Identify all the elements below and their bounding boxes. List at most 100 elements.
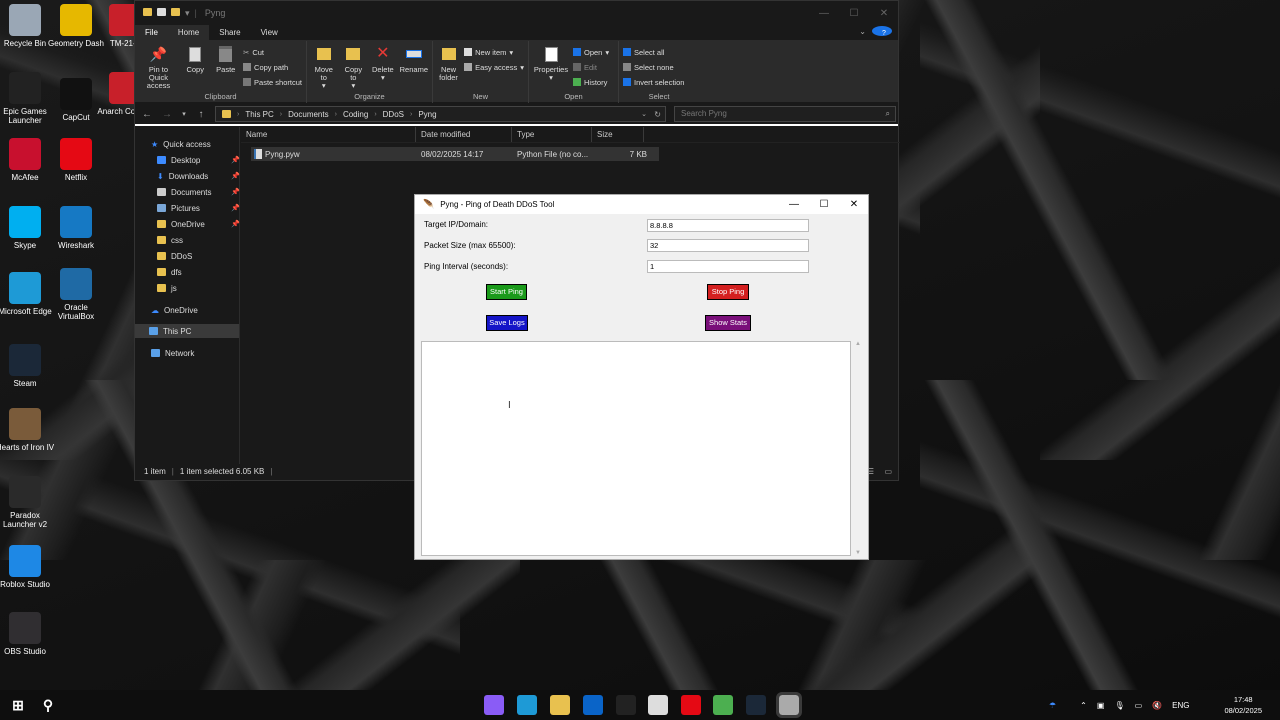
breadcrumb-coding[interactable]: Coding — [343, 110, 368, 119]
pin-icon[interactable]: 📌 — [231, 220, 240, 228]
breadcrumb-documents[interactable]: Documents — [288, 110, 328, 119]
properties-icon[interactable] — [157, 7, 166, 16]
language-indicator[interactable]: ENG — [1172, 701, 1189, 710]
pyng-close-button[interactable]: ✕ — [839, 195, 869, 214]
pin-icon[interactable]: 📌 — [231, 204, 240, 212]
expand-ribbon-icon[interactable]: ⌄ — [855, 25, 870, 40]
steam-icon[interactable] — [746, 695, 766, 715]
pin-icon[interactable]: 📌 — [231, 188, 240, 196]
desktop-shortcut[interactable]: Steam — [0, 344, 55, 388]
column-date-modified[interactable]: Date modified — [416, 127, 512, 142]
cut-button[interactable]: ✂ Cut — [243, 45, 302, 59]
nav-ddos[interactable]: DDoS — [157, 249, 192, 263]
netflix-icon[interactable] — [681, 695, 701, 715]
python-file-icon[interactable] — [776, 692, 802, 718]
nav-onedrive[interactable]: ☁ OneDrive — [151, 303, 198, 317]
nav-downloads[interactable]: ⬇ Downloads — [157, 169, 208, 183]
roblox-icon[interactable] — [648, 695, 668, 715]
new-item-button[interactable]: New item ▾ — [464, 45, 524, 59]
desktop-shortcut[interactable]: Roblox Studio — [0, 545, 55, 589]
log-output[interactable]: I — [421, 341, 851, 556]
desktop-shortcut[interactable]: Netflix — [46, 138, 106, 182]
tab-share[interactable]: Share — [209, 25, 250, 40]
search-icon[interactable]: ⌕ — [886, 107, 890, 121]
start-ping-button[interactable]: Start Ping — [486, 284, 527, 300]
tab-view[interactable]: View — [251, 25, 288, 40]
copy-path-button[interactable]: Copy path — [243, 60, 302, 74]
pyng-maximize-button[interactable]: ☐ — [809, 195, 839, 214]
minimize-button[interactable]: — — [809, 1, 839, 25]
pin-icon[interactable]: 📌 — [231, 172, 240, 180]
scroll-up-icon[interactable]: ▲ — [853, 341, 863, 347]
save-logs-button[interactable]: Save Logs — [486, 315, 528, 331]
desktop-shortcut[interactable]: Hearts of Iron IV — [0, 408, 55, 452]
invert-selection-button[interactable]: Invert selection — [623, 75, 684, 89]
clock[interactable]: 17:48 08/02/2025 — [1224, 694, 1262, 716]
column-size[interactable]: Size — [592, 127, 644, 142]
nav-css[interactable]: css — [157, 233, 183, 247]
forward-arrow-icon[interactable]: → — [161, 109, 173, 120]
edit-button[interactable]: Edit — [573, 60, 609, 74]
target-input[interactable] — [647, 219, 809, 232]
outlook-icon[interactable] — [583, 695, 603, 715]
easy-access-button[interactable]: Easy access ▾ — [464, 60, 524, 74]
edge-icon[interactable] — [517, 695, 537, 715]
breadcrumb-ddos[interactable]: DDoS — [383, 110, 404, 119]
help-icon[interactable]: ? — [870, 25, 898, 40]
nav-dfs[interactable]: dfs — [157, 265, 182, 279]
nav-onedrive-pinned[interactable]: OneDrive — [157, 217, 205, 231]
packet-size-input[interactable] — [647, 239, 809, 252]
desktop-shortcut[interactable]: Oracle VirtualBox — [46, 268, 106, 321]
file-row-pyng[interactable]: Pyng.pyw 08/02/2025 14:17 Python File (n… — [251, 147, 659, 161]
minecraft-icon[interactable] — [713, 695, 733, 715]
refresh-icon[interactable]: ↻ — [654, 110, 661, 119]
display-icon[interactable]: ▭ — [1135, 701, 1143, 710]
pyng-minimize-button[interactable]: — — [779, 195, 809, 214]
close-button[interactable]: ✕ — [869, 1, 899, 25]
network-tray-icon[interactable]: ▣ — [1097, 701, 1105, 710]
interval-input[interactable] — [647, 260, 809, 273]
stop-ping-button[interactable]: Stop Ping — [707, 284, 749, 300]
scroll-down-icon[interactable]: ▼ — [853, 550, 863, 556]
search-icon[interactable]: ⚲ — [38, 695, 58, 715]
column-name[interactable]: Name — [241, 127, 416, 142]
microphone-icon[interactable]: 🎙 — [1114, 701, 1124, 710]
nav-desktop[interactable]: Desktop — [157, 153, 200, 167]
tab-file[interactable]: File — [135, 25, 168, 40]
nav-quick-access[interactable]: ★ Quick access — [151, 137, 211, 151]
address-bar[interactable]: › This PC › Documents › Coding › DDoS › … — [215, 106, 666, 122]
maximize-button[interactable]: ☐ — [839, 1, 869, 25]
history-button[interactable]: History — [573, 75, 609, 89]
file-explorer-icon[interactable] — [550, 695, 570, 715]
column-type[interactable]: Type — [512, 127, 592, 142]
tab-home[interactable]: Home — [167, 25, 210, 40]
nav-this-pc[interactable]: This PC — [135, 324, 239, 338]
show-stats-button[interactable]: Show Stats — [705, 315, 751, 331]
weather-icon[interactable]: ☂ — [1049, 701, 1056, 710]
desktop-shortcut[interactable]: Paradox Launcher v2 — [0, 476, 55, 529]
pin-icon[interactable]: 📌 — [231, 156, 240, 164]
back-arrow-icon[interactable]: ← — [141, 109, 153, 120]
address-dropdown-icon[interactable]: ⌄ — [641, 110, 647, 118]
paste-shortcut-button[interactable]: Paste shortcut — [243, 75, 302, 89]
nav-pictures[interactable]: Pictures — [157, 201, 200, 215]
select-all-button[interactable]: Select all — [623, 45, 684, 59]
volume-muted-icon[interactable]: 🔇 — [1152, 701, 1162, 710]
dell-icon[interactable] — [616, 695, 636, 715]
log-scrollbar[interactable]: ▲ ▼ — [853, 341, 863, 556]
nav-network[interactable]: Network — [151, 346, 194, 360]
show-hidden-icons-chevron-icon[interactable]: ⌃ — [1080, 701, 1087, 710]
large-icons-view-icon[interactable]: ▭ — [884, 467, 892, 476]
desktop-shortcut[interactable]: Wireshark — [46, 206, 106, 250]
select-none-button[interactable]: Select none — [623, 60, 684, 74]
up-arrow-icon[interactable]: ↑ — [195, 109, 207, 120]
copilot-icon[interactable] — [484, 695, 504, 715]
chevron-down-icon[interactable]: ▾ — [185, 8, 190, 19]
open-button[interactable]: Open ▾ — [573, 45, 609, 59]
start-windows-icon[interactable]: ⊞ — [8, 695, 28, 715]
breadcrumb-pyng[interactable]: Pyng — [418, 110, 436, 119]
nav-documents[interactable]: Documents — [157, 185, 211, 199]
breadcrumb-this-pc[interactable]: This PC — [245, 110, 273, 119]
desktop-shortcut[interactable]: OBS Studio — [0, 612, 55, 656]
search-input[interactable]: Search Pyng ⌕ — [674, 106, 896, 122]
